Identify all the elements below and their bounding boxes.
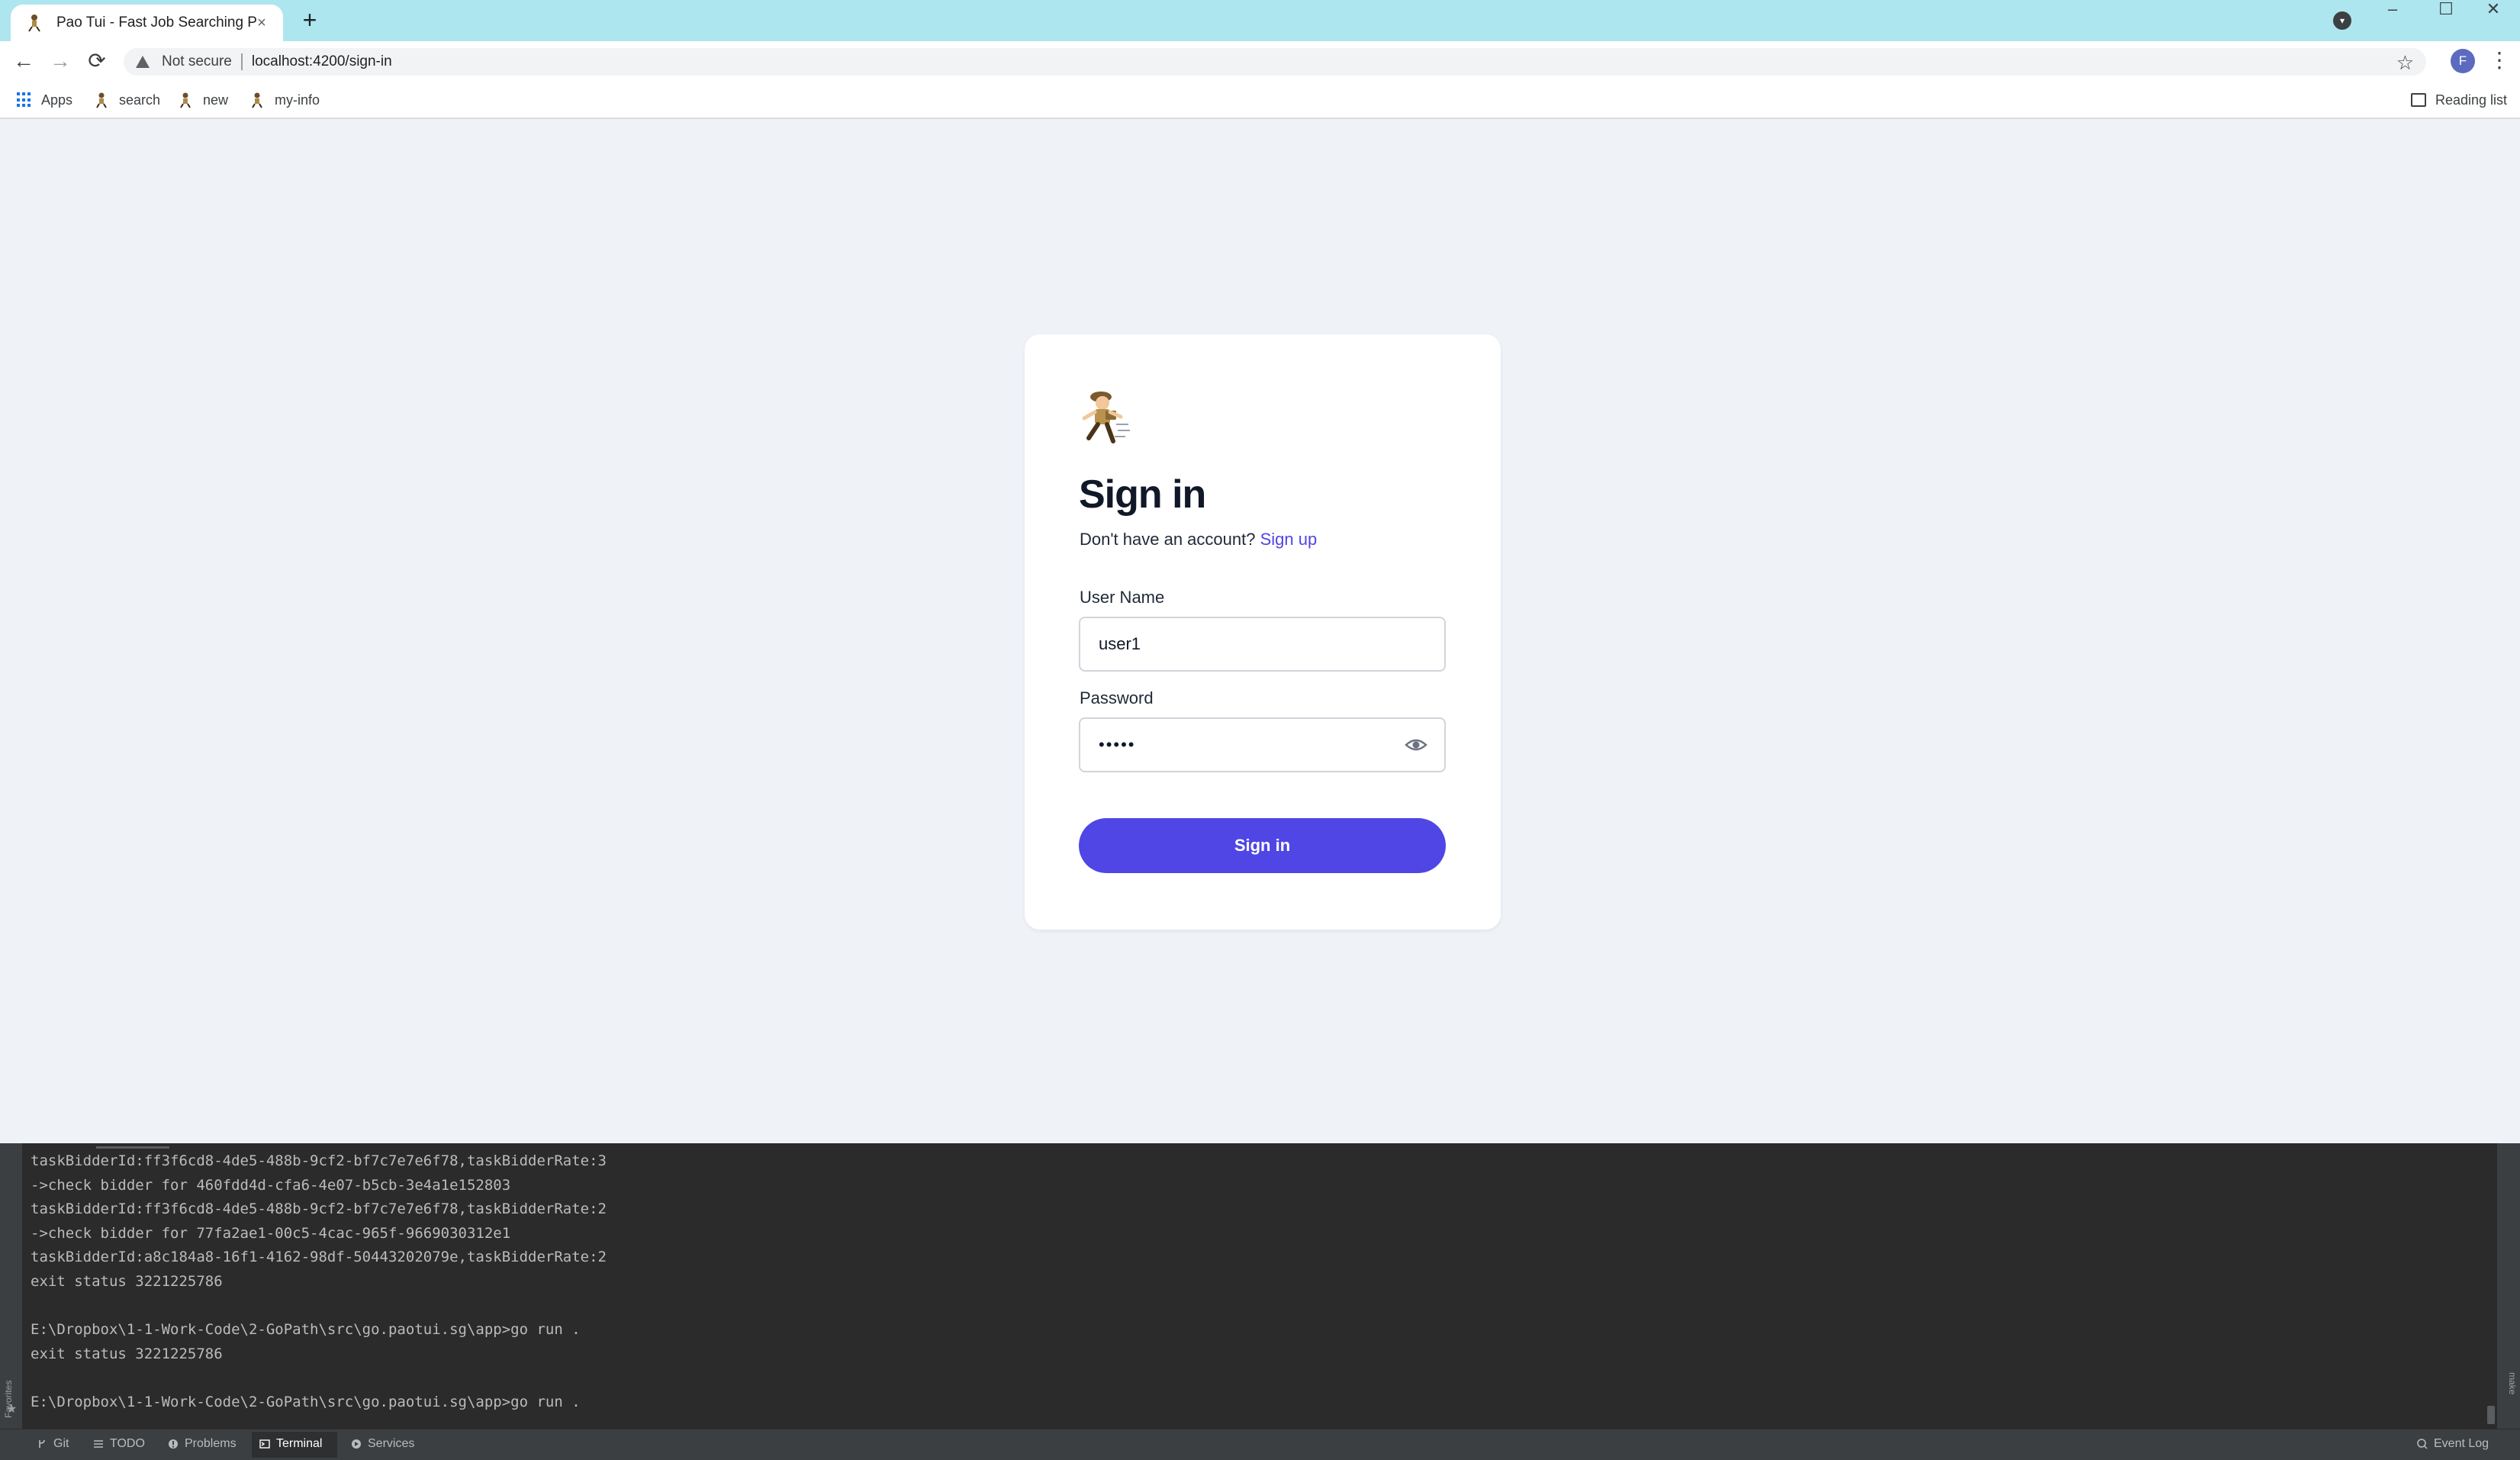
tab-close-icon[interactable]: ×	[253, 14, 271, 32]
event-log-icon	[2417, 1439, 2428, 1449]
signin-button[interactable]: Sign in	[1079, 818, 1446, 873]
bookmark-my-info[interactable]: my-info	[249, 89, 320, 111]
profile-avatar[interactable]: F	[2451, 49, 2475, 73]
terminal-icon	[259, 1439, 270, 1449]
paotui-favicon-icon	[252, 92, 262, 108]
terminal-line: ->check bidder for 77fa2ae1-00c5-4cac-96…	[31, 1224, 511, 1242]
terminal-line: taskBidderId:a8c184a8-16f1-4162-98df-504…	[31, 1249, 607, 1266]
git-branch-icon	[39, 1439, 45, 1448]
bookmarks-bar	[0, 82, 2520, 119]
window-minimize-button[interactable]: –	[2366, 0, 2419, 20]
paotui-favicon-icon	[180, 92, 191, 108]
show-password-eye-icon[interactable]	[1405, 736, 1427, 754]
password-input[interactable]: •••••	[1079, 717, 1446, 772]
username-input[interactable]: user1	[1079, 617, 1446, 672]
tool-tab-services[interactable]: Services	[351, 1435, 414, 1453]
reload-button[interactable]: ⟳	[84, 49, 110, 75]
tool-tab-label: TODO	[110, 1437, 145, 1450]
terminal-line: ->check bidder for 460fdd4d-cfa6-4e07-b5…	[31, 1176, 511, 1194]
window-maximize-button[interactable]: ☐	[2419, 0, 2473, 20]
username-value: user1	[1099, 634, 1141, 653]
bookmark-star-icon[interactable]: ☆	[2396, 51, 2414, 75]
tool-tab-git[interactable]: Git	[37, 1435, 69, 1453]
todo-list-icon	[94, 1440, 103, 1448]
tool-tab-label: Git	[53, 1437, 69, 1450]
bookmark-search[interactable]: search	[93, 89, 160, 111]
paotui-favicon-icon	[28, 15, 40, 32]
browser-tab-active[interactable]: Pao Tui - Fast Job Searching Platf ×	[11, 5, 283, 41]
forward-button[interactable]: →	[47, 49, 73, 75]
address-bar[interactable]: Not secure localhost:4200/sign-in ☆	[124, 48, 2426, 76]
bookmark-label: Apps	[41, 92, 73, 108]
reading-list-button[interactable]: Reading list	[2411, 89, 2507, 111]
signup-prompt-text: Don't have an account?	[1080, 530, 1256, 549]
warning-icon	[136, 56, 150, 68]
password-label: Password	[1080, 688, 1154, 707]
event-log-label: Event Log	[2434, 1437, 2489, 1450]
problems-info-icon	[169, 1439, 178, 1449]
reading-list-label: Reading list	[2435, 92, 2508, 108]
services-icon	[352, 1439, 361, 1449]
signin-card: Sign in Don't have an account? Sign up U…	[1025, 334, 1501, 930]
url-separator	[240, 53, 243, 70]
security-label[interactable]: Not secure	[162, 53, 232, 70]
tool-tab-label: Problems	[185, 1437, 237, 1450]
url-text[interactable]: localhost:4200/sign-in	[252, 53, 392, 70]
browser-titlebar	[0, 0, 2520, 41]
terminal-output[interactable]: taskBidderId:ff3f6cd8-4de5-488b-9cf2-bf7…	[31, 1149, 2472, 1415]
signup-link[interactable]: Sign up	[1260, 530, 1318, 549]
terminal-scrollbar[interactable]	[2487, 1406, 2495, 1424]
bookmark-new[interactable]: new	[177, 89, 228, 111]
tool-tab-label: Terminal	[276, 1437, 323, 1450]
event-log-button[interactable]: Event Log	[2417, 1435, 2489, 1453]
tab-search-icon[interactable]: ▾	[2333, 11, 2351, 30]
terminal-line: exit status 3221225786	[31, 1272, 223, 1290]
terminal-line: E:\Dropbox\1-1-Work-Code\2-GoPath\src\go…	[31, 1393, 581, 1410]
tab-title: Pao Tui - Fast Job Searching Platf	[56, 15, 256, 31]
browser-menu-icon[interactable]: ⋮	[2489, 49, 2510, 73]
tool-tab-problems[interactable]: Problems	[168, 1435, 237, 1453]
back-button[interactable]: ←	[11, 49, 37, 75]
paotui-favicon-icon	[96, 92, 107, 108]
terminal-line: E:\Dropbox\1-1-Work-Code\2-GoPath\src\go…	[31, 1321, 581, 1339]
signup-prompt: Don't have an account? Sign up	[1080, 530, 1317, 550]
terminal-tab-indicator	[96, 1146, 169, 1149]
paotui-logo-icon	[1082, 392, 1130, 443]
bookmark-label: new	[203, 92, 229, 108]
bookmark-apps[interactable]: Apps	[17, 89, 72, 111]
tool-tab-todo[interactable]: TODO	[93, 1435, 145, 1453]
bookmark-label: my-info	[275, 92, 320, 108]
new-tab-button[interactable]: +	[298, 8, 322, 33]
username-label: User Name	[1080, 588, 1165, 607]
make-tool-button[interactable]: make	[2502, 1372, 2518, 1418]
reading-list-icon	[2411, 93, 2426, 107]
terminal-line: exit status 3221225786	[31, 1345, 223, 1362]
tool-tab-terminal[interactable]: Terminal	[259, 1435, 322, 1453]
terminal-line: taskBidderId:ff3f6cd8-4de5-488b-9cf2-bf7…	[31, 1152, 607, 1169]
page-title: Sign in	[1079, 472, 1206, 517]
password-value: •••••	[1099, 735, 1136, 754]
apps-grid-icon	[17, 92, 32, 108]
favorites-star-icon: ★	[6, 1403, 18, 1416]
tool-tab-label: Services	[368, 1437, 415, 1450]
bookmark-label: search	[119, 92, 161, 108]
terminal-line: taskBidderId:ff3f6cd8-4de5-488b-9cf2-bf7…	[31, 1201, 607, 1218]
window-close-button[interactable]: ✕	[2467, 0, 2520, 20]
